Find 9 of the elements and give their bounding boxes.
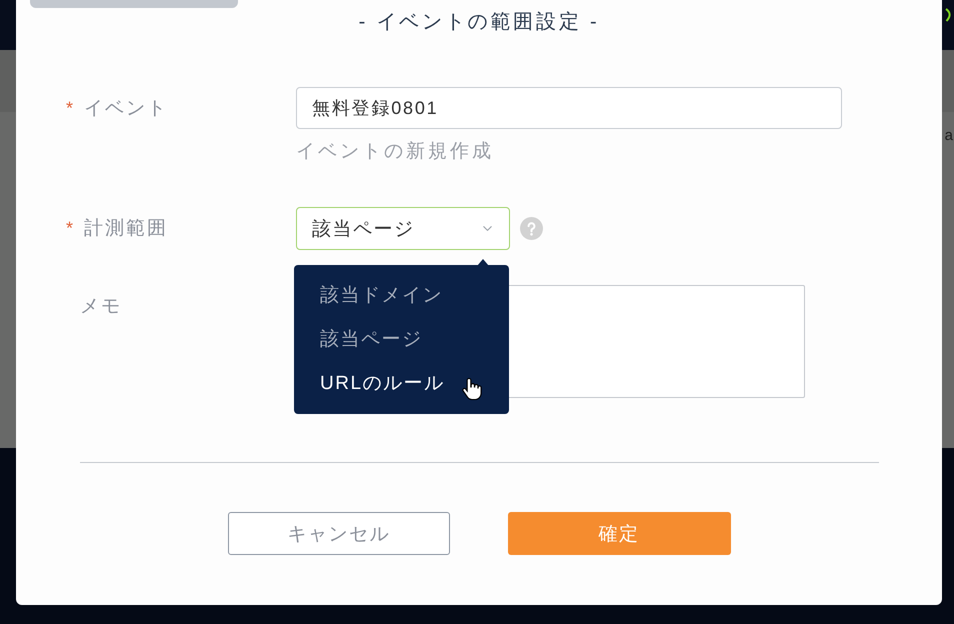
required-mark: * — [66, 219, 74, 237]
edge-text: a — [944, 126, 953, 145]
scope-select[interactable]: 該当ページ — [296, 207, 510, 250]
dialog-title: - イベントの範囲設定 - — [358, 10, 600, 34]
event-name-input[interactable]: 無料登録0801 — [296, 87, 842, 129]
required-mark: * — [66, 99, 74, 117]
field-label: メモ — [80, 295, 122, 319]
field-label: イベント — [84, 97, 168, 121]
field-label: 計測範囲 — [84, 217, 168, 241]
